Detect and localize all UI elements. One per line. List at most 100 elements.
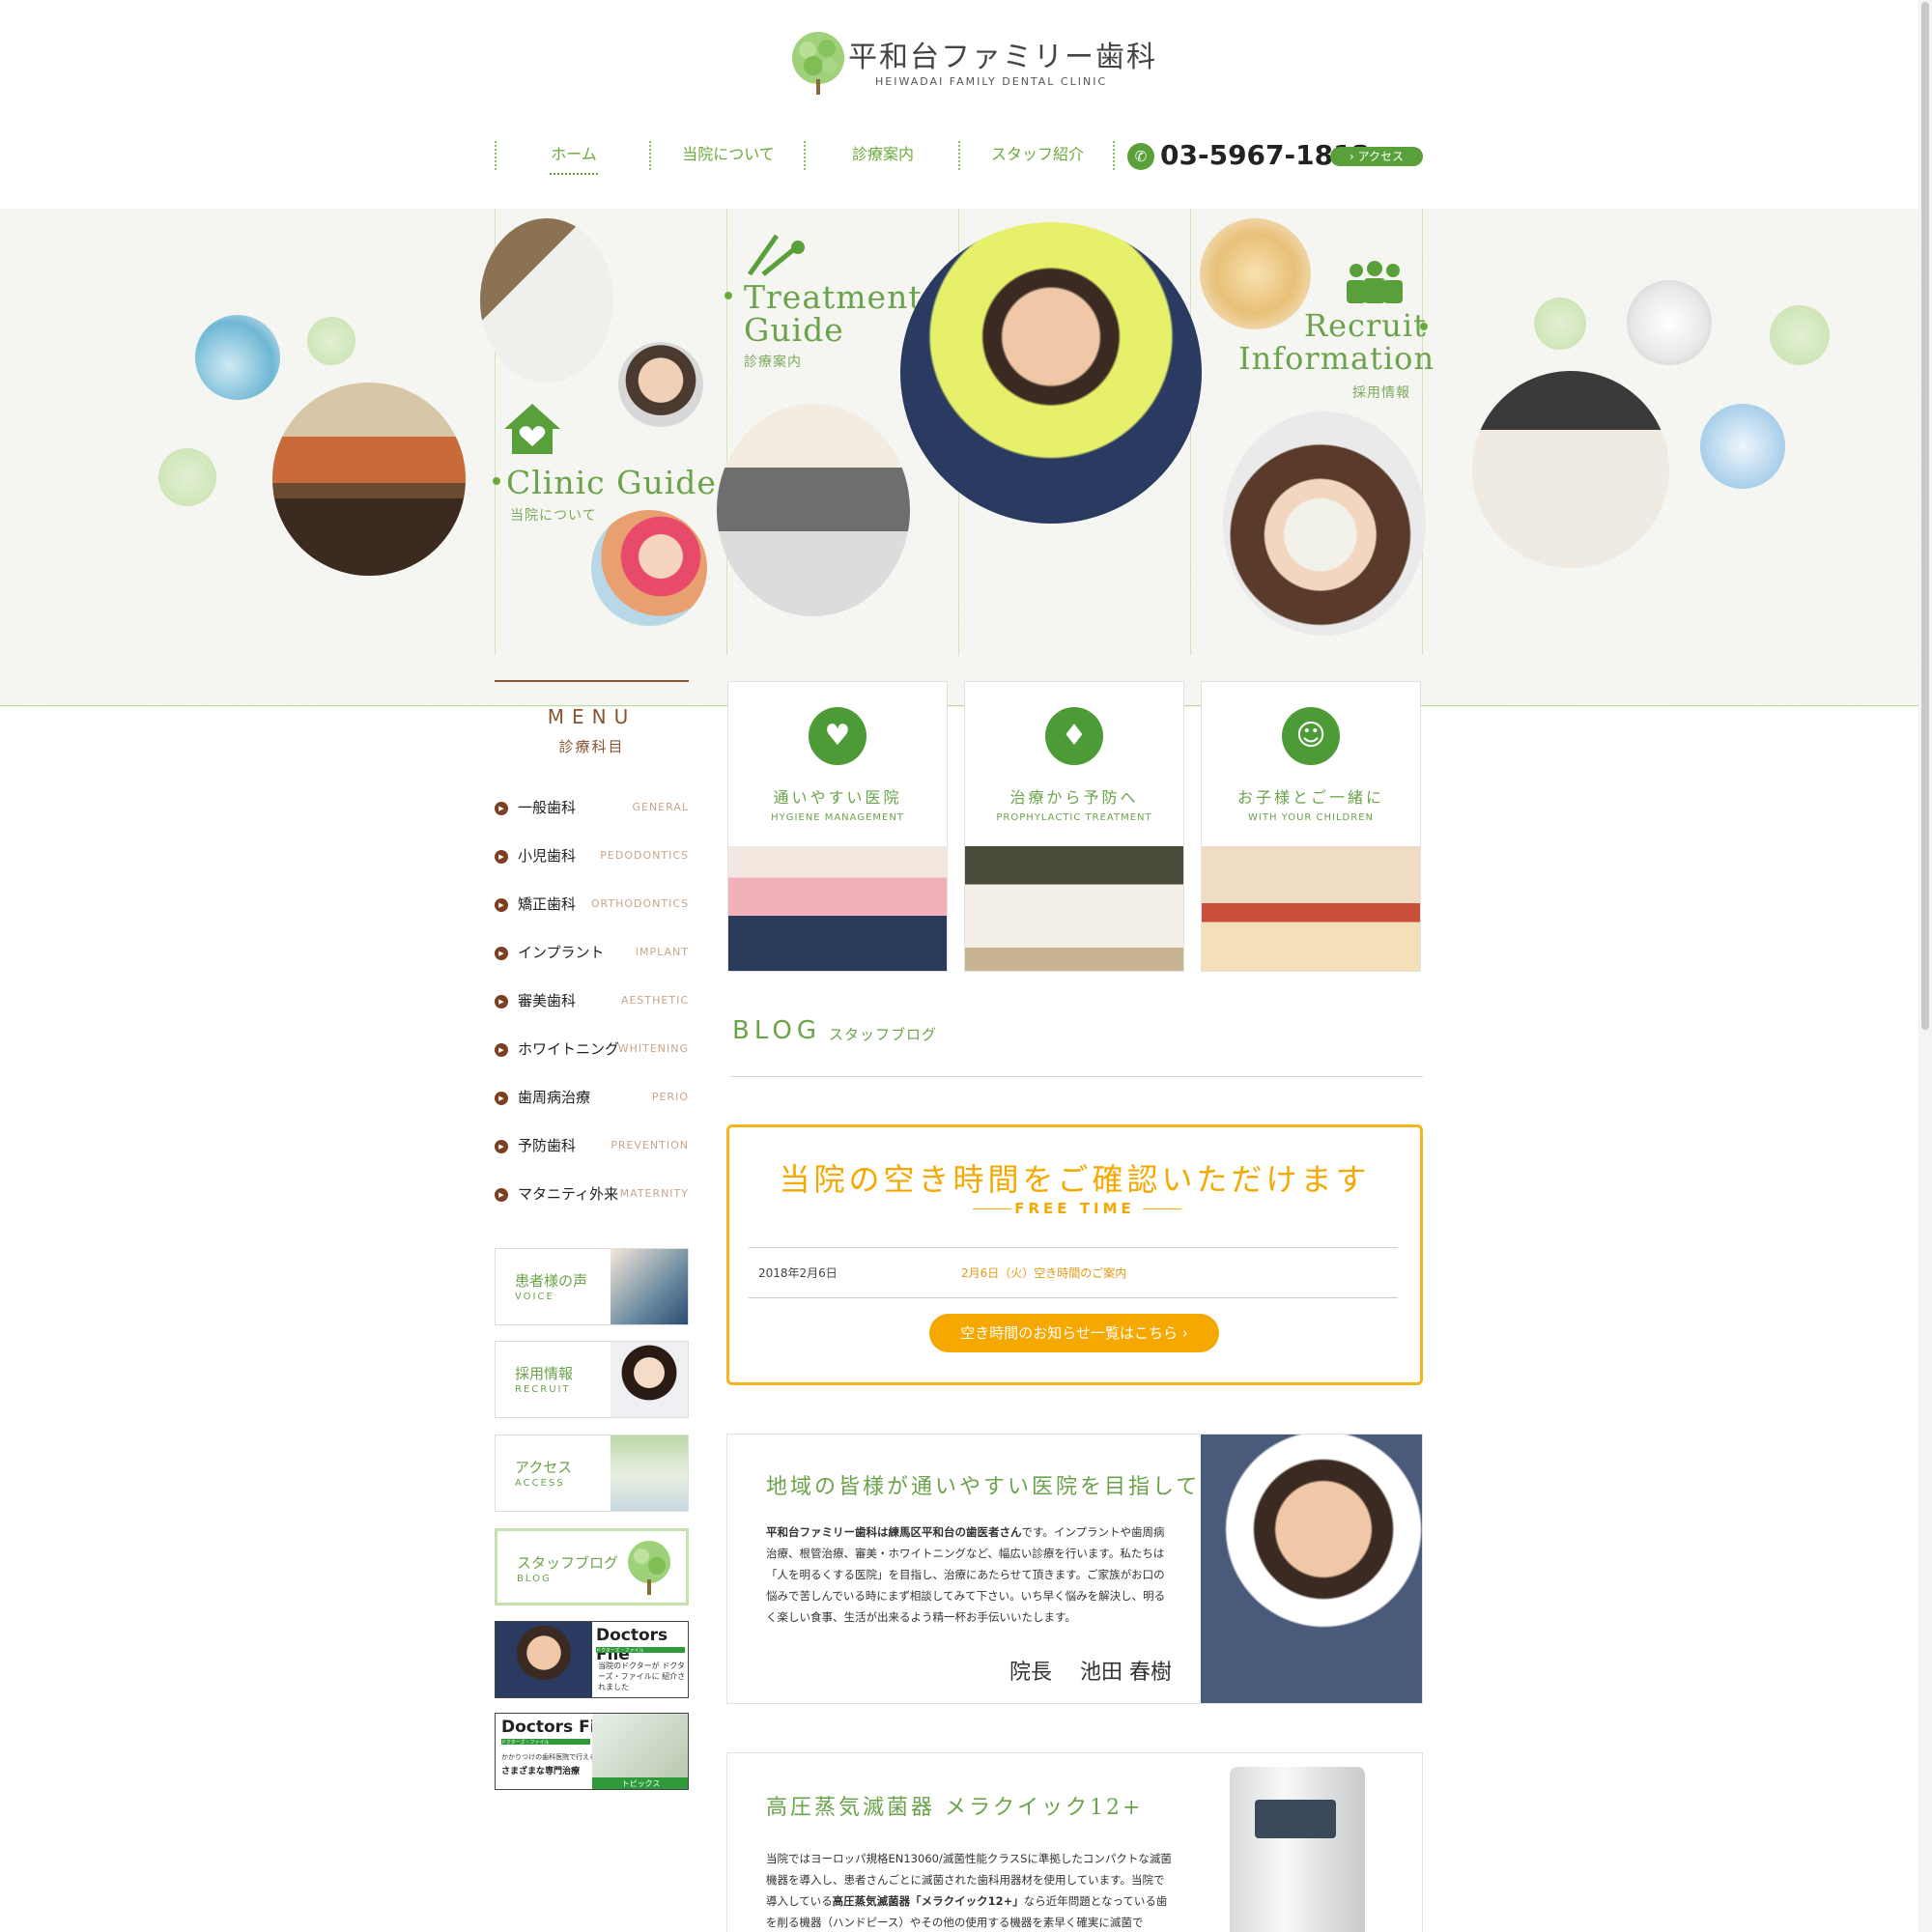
house-heart-icon [504,404,560,454]
leaf-ball-decoration [158,448,216,506]
doctor-portrait-photo [618,342,703,427]
blog-subtitle: スタッフブログ [829,1026,938,1043]
head-doctor-photo [900,222,1202,524]
intro-text-body: です。インプラントや歯周病治療、根管治療、審美・ホワイトニングなど、幅広い診療を… [766,1525,1166,1624]
arrow-bullet-icon: ▶ [495,1188,508,1202]
nav-active-underline [550,173,598,175]
free-time-date: 2018年2月6日 [758,1266,838,1280]
washroom-photo [272,383,466,576]
hero-dot [493,477,500,485]
side-card-blog[interactable]: スタッフブログ BLOG [495,1528,689,1605]
recruit-title-1[interactable]: Recruit [1304,307,1427,344]
logo-title[interactable]: 平和台ファミリー歯科 [848,33,1157,75]
logo-subtitle: HEIWADAI FAMILY DENTAL CLINIC [875,75,1108,88]
menu-item-whitening[interactable]: ▶ ホワイトニング WHITENING [495,1034,689,1063]
doctors-file-text: 当院のドクターが ドクターズ・ファイルに 紹介されました [598,1662,686,1691]
hero-dot [724,292,732,299]
menu-item-pedodontics[interactable]: ▶ 小児歯科 PEDODONTICS [495,840,689,869]
menu-top-border [495,680,689,682]
free-time-list-button[interactable]: 空き時間のお知らせ一覧はこちら › [929,1314,1219,1352]
menu-item-label: 矯正歯科 [518,895,577,913]
arrow-bullet-icon: ▶ [495,947,508,960]
menu-item-label: 小児歯科 [518,847,577,865]
feature-card-prophylactic[interactable]: ♦ 治療から予防へ PROPHYLACTIC TREATMENT [964,681,1184,972]
menu-item-en: PEDODONTICS [600,849,689,862]
menu-item-label: ホワイトニング [518,1040,620,1058]
menu-item-en: PERIO [651,1091,689,1103]
blog-divider [730,1076,1423,1077]
menu-item-general[interactable]: ▶ 一般歯科 GENERAL [495,792,689,821]
free-time-title: 当院の空き時間をご確認いただけます [779,1161,1371,1198]
side-card-label: 採用情報 [515,1365,574,1382]
feature-title: 通いやすい医院 [773,788,902,807]
nav-about[interactable]: 当院について [651,141,806,164]
access-photo [611,1435,688,1511]
menu-item-implant[interactable]: ▶ インプラント IMPLANT [495,937,689,966]
hero-dot [1420,323,1428,330]
nav-staff[interactable]: スタッフ紹介 [960,141,1115,164]
treatment-guide-title-2[interactable]: Guide [744,311,844,349]
access-button[interactable]: › アクセス [1330,147,1423,166]
side-card-access[interactable]: アクセス ACCESS [495,1435,689,1512]
sterilizer-text-bold: 高圧蒸気滅菌器「メラクイック12+」 [832,1894,1024,1908]
treatment-guide-subtitle: 診療案内 [744,355,802,370]
menu-item-en: AESTHETIC [620,994,689,1007]
director-signature: 院長 池田 春樹 [1009,1661,1172,1685]
menu-item-label: 一般歯科 [518,799,577,816]
hero-column-line [1422,209,1423,655]
people-group-icon [1347,261,1403,303]
menu-item-label: 予防歯科 [518,1137,577,1154]
tooth-icon: ♦ [1045,707,1103,765]
sterilizer-photo [1230,1767,1365,1932]
reception-photo [1472,371,1669,568]
recruit-title-2[interactable]: Information [1238,340,1435,377]
sterilizer-display [1255,1800,1336,1838]
menu-item-en: PREVENTION [611,1139,689,1151]
menu-item-label: 審美歯科 [518,992,577,1009]
menu-item-en: ORTHODONTICS [590,897,689,910]
menu-item-prevention[interactable]: ▶ 予防歯科 PREVENTION [495,1130,689,1159]
menu-item-aesthetic[interactable]: ▶ 審美歯科 AESTHETIC [495,985,689,1014]
feature-title: 治療から予防へ [1009,788,1139,807]
nav-home[interactable]: ホーム [497,141,651,164]
clinic-guide-title[interactable]: Clinic Guide [506,464,717,501]
nav-treatment[interactable]: 診療案内 [806,141,960,164]
doctors-file-sub: ドクターズ・ファイル [596,1647,685,1654]
free-time-post-link[interactable]: 2月6日（火）空き時間のご案内 [961,1264,1126,1281]
doctors-file-banner-1[interactable]: Doctors File ドクターズ・ファイル 当院のドクターが ドクターズ・フ… [495,1621,689,1698]
menu-item-perio[interactable]: ▶ 歯周病治療 PERIO [495,1082,689,1111]
arrow-bullet-icon: ▶ [495,850,508,864]
clinic-guide-subtitle: 当院について [510,508,597,524]
side-card-voice[interactable]: 患者様の声 VOICE [495,1248,689,1325]
dental-mirror-photo [1700,404,1785,489]
blog-title[interactable]: BLOG [732,1016,821,1045]
feature-card-children[interactable]: ☺ お子様とご一緒に WITH YOUR CHILDREN [1201,681,1421,972]
waiting-room-photo [965,846,1183,971]
intro-text: 平和台ファミリー歯科は練馬区平和台の歯医者さんです。インプラントや歯周病治療、根… [766,1521,1172,1628]
arrow-bullet-icon: ▶ [495,1092,508,1105]
intro-text-bold: 平和台ファミリー歯科は練馬区平和台の歯医者さん [766,1525,1022,1539]
leaf-ball-decoration [1534,298,1586,350]
side-card-label: アクセス [515,1459,573,1476]
staff-group-photo [728,846,947,971]
menu-item-en: IMPLANT [635,946,689,958]
side-card-en: BLOG [517,1574,552,1584]
menu-item-orthodontics[interactable]: ▶ 矯正歯科 ORTHODONTICS [495,889,689,918]
free-time-divider [749,1297,1398,1298]
tooth-photo [1627,280,1712,365]
free-time-divider [749,1247,1398,1248]
logo-tree-icon[interactable] [784,29,852,97]
doctors-file-banner-2[interactable]: Doctors File ドクターズ・ファイル かかりつけの歯科医院で行える さ… [495,1713,689,1790]
arrow-bullet-icon: ▶ [495,1140,508,1153]
feature-subtitle: PROPHYLACTIC TREATMENT [996,812,1152,823]
menu-item-en: WHITENING [617,1042,689,1055]
menu-item-label: インプラント [518,944,605,961]
doctors-file-title: Doctors File [596,1626,668,1664]
menu-item-maternity[interactable]: ▶ マタニティ外来 MATERNITY [495,1179,689,1208]
intro-box: 地域の皆様が通いやすい医院を目指して 平和台ファミリー歯科は練馬区平和台の歯医者… [726,1434,1423,1704]
side-card-recruit[interactable]: 採用情報 RECRUIT [495,1341,689,1418]
kids-room-photo [1202,846,1420,971]
feature-card-hygiene[interactable]: ♥ 通いやすい医院 HYGIENE MANAGEMENT [727,681,948,972]
scrollbar-thumb[interactable] [1921,2,1929,1030]
hero-column-line [726,209,727,655]
